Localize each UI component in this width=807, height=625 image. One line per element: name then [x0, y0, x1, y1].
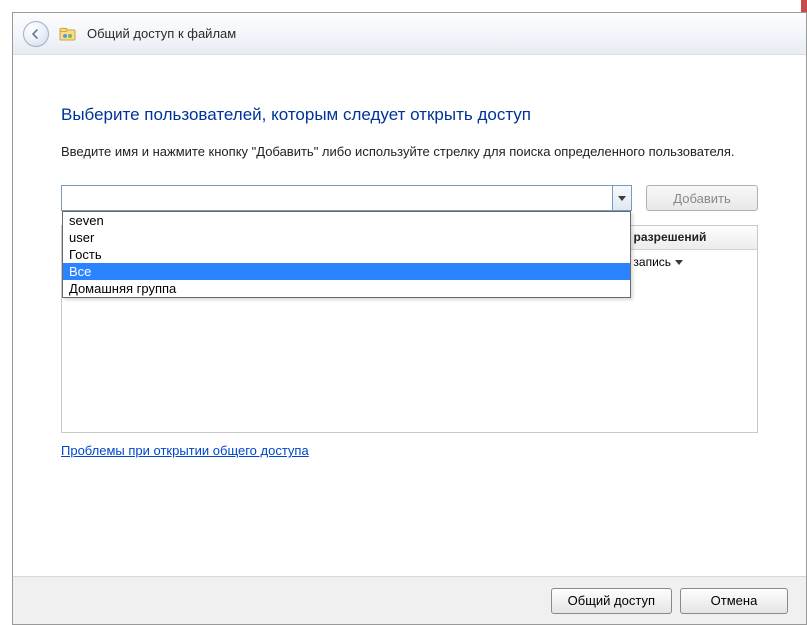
titlebar: Общий доступ к файлам: [13, 13, 806, 55]
arrow-left-icon: [30, 28, 42, 40]
content-area: Выберите пользователей, которым следует …: [13, 55, 806, 576]
cancel-button[interactable]: Отмена: [680, 588, 788, 614]
troubleshoot-link[interactable]: Проблемы при открытии общего доступа: [61, 443, 309, 458]
window-title: Общий доступ к файлам: [87, 26, 236, 41]
dropdown-option[interactable]: Гость: [63, 246, 630, 263]
user-input-row: seven user Гость Все Домашняя группа Доб…: [61, 185, 758, 211]
dropdown-toggle[interactable]: [612, 186, 631, 210]
dropdown-list: seven user Гость Все Домашняя группа: [62, 211, 631, 298]
page-heading: Выберите пользователей, которым следует …: [61, 105, 758, 125]
folder-share-icon: [59, 25, 77, 43]
file-sharing-dialog: Общий доступ к файлам Выберите пользоват…: [12, 12, 807, 625]
back-button[interactable]: [23, 21, 49, 47]
dropdown-option[interactable]: Все: [63, 263, 630, 280]
chevron-down-icon: [618, 196, 626, 201]
chevron-down-icon: [675, 260, 683, 265]
footer: Общий доступ Отмена: [13, 576, 806, 624]
share-button[interactable]: Общий доступ: [551, 588, 672, 614]
user-input[interactable]: [62, 186, 612, 210]
dropdown-option[interactable]: Домашняя группа: [63, 280, 630, 297]
dropdown-option[interactable]: seven: [63, 212, 630, 229]
dropdown-option[interactable]: user: [63, 229, 630, 246]
add-button: Добавить: [646, 185, 758, 211]
instruction-text: Введите имя и нажмите кнопку "Добавить" …: [61, 143, 758, 161]
user-combobox[interactable]: seven user Гость Все Домашняя группа: [61, 185, 632, 211]
